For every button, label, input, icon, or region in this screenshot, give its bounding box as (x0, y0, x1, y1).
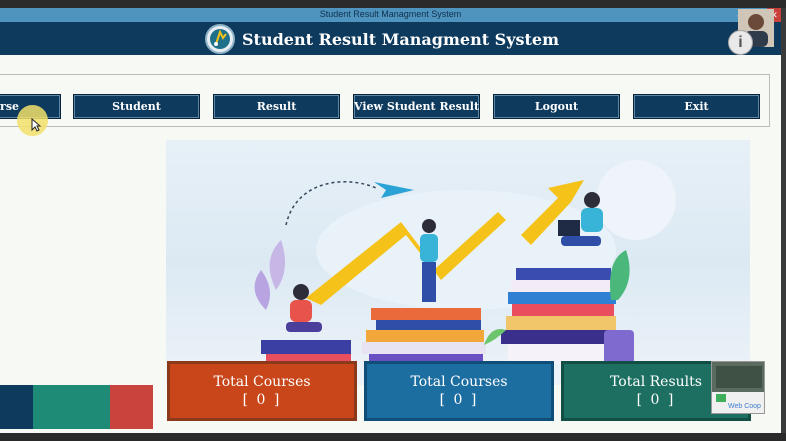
left-color-block-teal (33, 385, 110, 429)
app-header: Student Result Managment System (0, 22, 781, 55)
screen-bottom-strip (0, 433, 786, 441)
left-color-block-navy (0, 385, 33, 429)
screen-top-strip (0, 0, 786, 8)
app-title: Student Result Managment System (242, 30, 560, 49)
dashboard-illustration (166, 140, 750, 385)
nav-view-results-label: View Student Results (354, 100, 480, 113)
window-title: Student Result Managment System (319, 9, 462, 19)
window-titlebar: Student Result Managment System – ▢ ✕ (0, 8, 781, 22)
nav-result-label: Result (256, 100, 297, 113)
nav-exit-label: Exit (684, 100, 709, 113)
stat-card-courses: Total Courses [ 0 ] (167, 361, 357, 421)
stat-label: Total Courses (410, 374, 508, 390)
mouse-cursor-icon (31, 118, 41, 132)
nav-exit-button[interactable]: Exit (633, 94, 760, 119)
nav-logout-label: Logout (534, 100, 579, 113)
info-icon[interactable]: i (728, 30, 753, 55)
app-window: Student Result Managment System – ▢ ✕ St… (0, 8, 781, 433)
nav-course-label: Course (0, 100, 20, 113)
nav-student-button[interactable]: Student (73, 94, 200, 119)
stat-value: [ 0 ] (242, 392, 282, 408)
stat-card-courses-2: Total Courses [ 0 ] (364, 361, 554, 421)
stat-label: Total Courses (213, 374, 311, 390)
left-color-block-red (110, 385, 153, 429)
watermark-text: Web Coop (728, 403, 761, 410)
nav-result-button[interactable]: Result (213, 94, 340, 119)
nav-view-results-button[interactable]: View Student Results (353, 94, 480, 119)
nav-logout-button[interactable]: Logout (493, 94, 620, 119)
app-logo-icon (205, 24, 235, 54)
web-coop-watermark: Web Coop (711, 361, 765, 414)
stat-value: [ 0 ] (439, 392, 479, 408)
nav-student-label: Student (112, 100, 161, 113)
